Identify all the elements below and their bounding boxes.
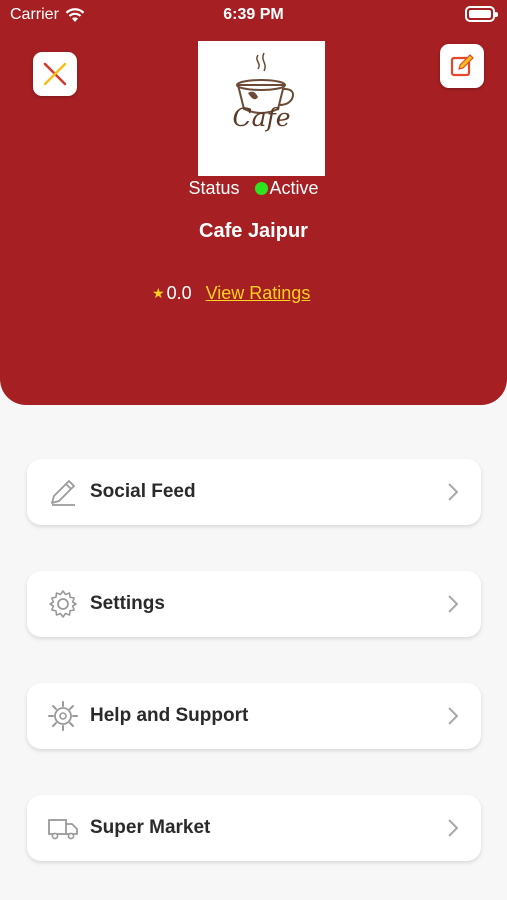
close-icon: [43, 62, 67, 86]
active-dot-icon: [254, 182, 268, 195]
logo-text: Cafe: [232, 103, 291, 132]
shop-name: Cafe Jaipur: [199, 220, 308, 242]
menu-item-settings[interactable]: Settings: [27, 571, 481, 637]
truck-icon: [46, 811, 80, 845]
status-indicator: Active: [254, 178, 319, 199]
close-button[interactable]: [33, 52, 77, 96]
chevron-right-icon: [447, 594, 461, 614]
status-label: Status: [188, 178, 240, 198]
chevron-right-icon: [447, 482, 461, 502]
status-bar: Carrier 6:39 PM: [0, 0, 507, 32]
profile-header: Carrier 6:39 PM Cafe Status Active Cafe …: [0, 0, 507, 405]
clock: 6:39 PM: [223, 6, 284, 23]
star-icon: ★: [152, 285, 165, 301]
status-value: Active: [269, 178, 319, 198]
menu-item-social-feed[interactable]: Social Feed: [27, 459, 481, 525]
gear-icon: [46, 587, 80, 621]
help-gear-icon: [46, 699, 80, 733]
edit-profile-button[interactable]: [440, 44, 484, 88]
chevron-right-icon: [447, 706, 461, 726]
menu-item-label: Settings: [90, 593, 165, 614]
status-row: Status Active: [0, 178, 507, 199]
shop-logo: Cafe: [198, 41, 325, 176]
menu-item-super-market[interactable]: Super Market: [27, 795, 481, 861]
menu-item-label: Super Market: [90, 817, 211, 838]
rating-row: ★ 0.0 View Ratings: [152, 283, 310, 304]
view-ratings-link[interactable]: View Ratings: [206, 283, 311, 304]
chevron-right-icon: [447, 818, 461, 838]
battery-icon: [465, 6, 498, 22]
menu-item-help-and-support[interactable]: Help and Support: [27, 683, 481, 749]
rating-value: 0.0: [166, 283, 192, 303]
menu-item-label: Social Feed: [90, 481, 196, 502]
pencil-icon: [46, 475, 80, 509]
edit-icon: [450, 54, 474, 77]
menu-item-label: Help and Support: [90, 705, 249, 726]
